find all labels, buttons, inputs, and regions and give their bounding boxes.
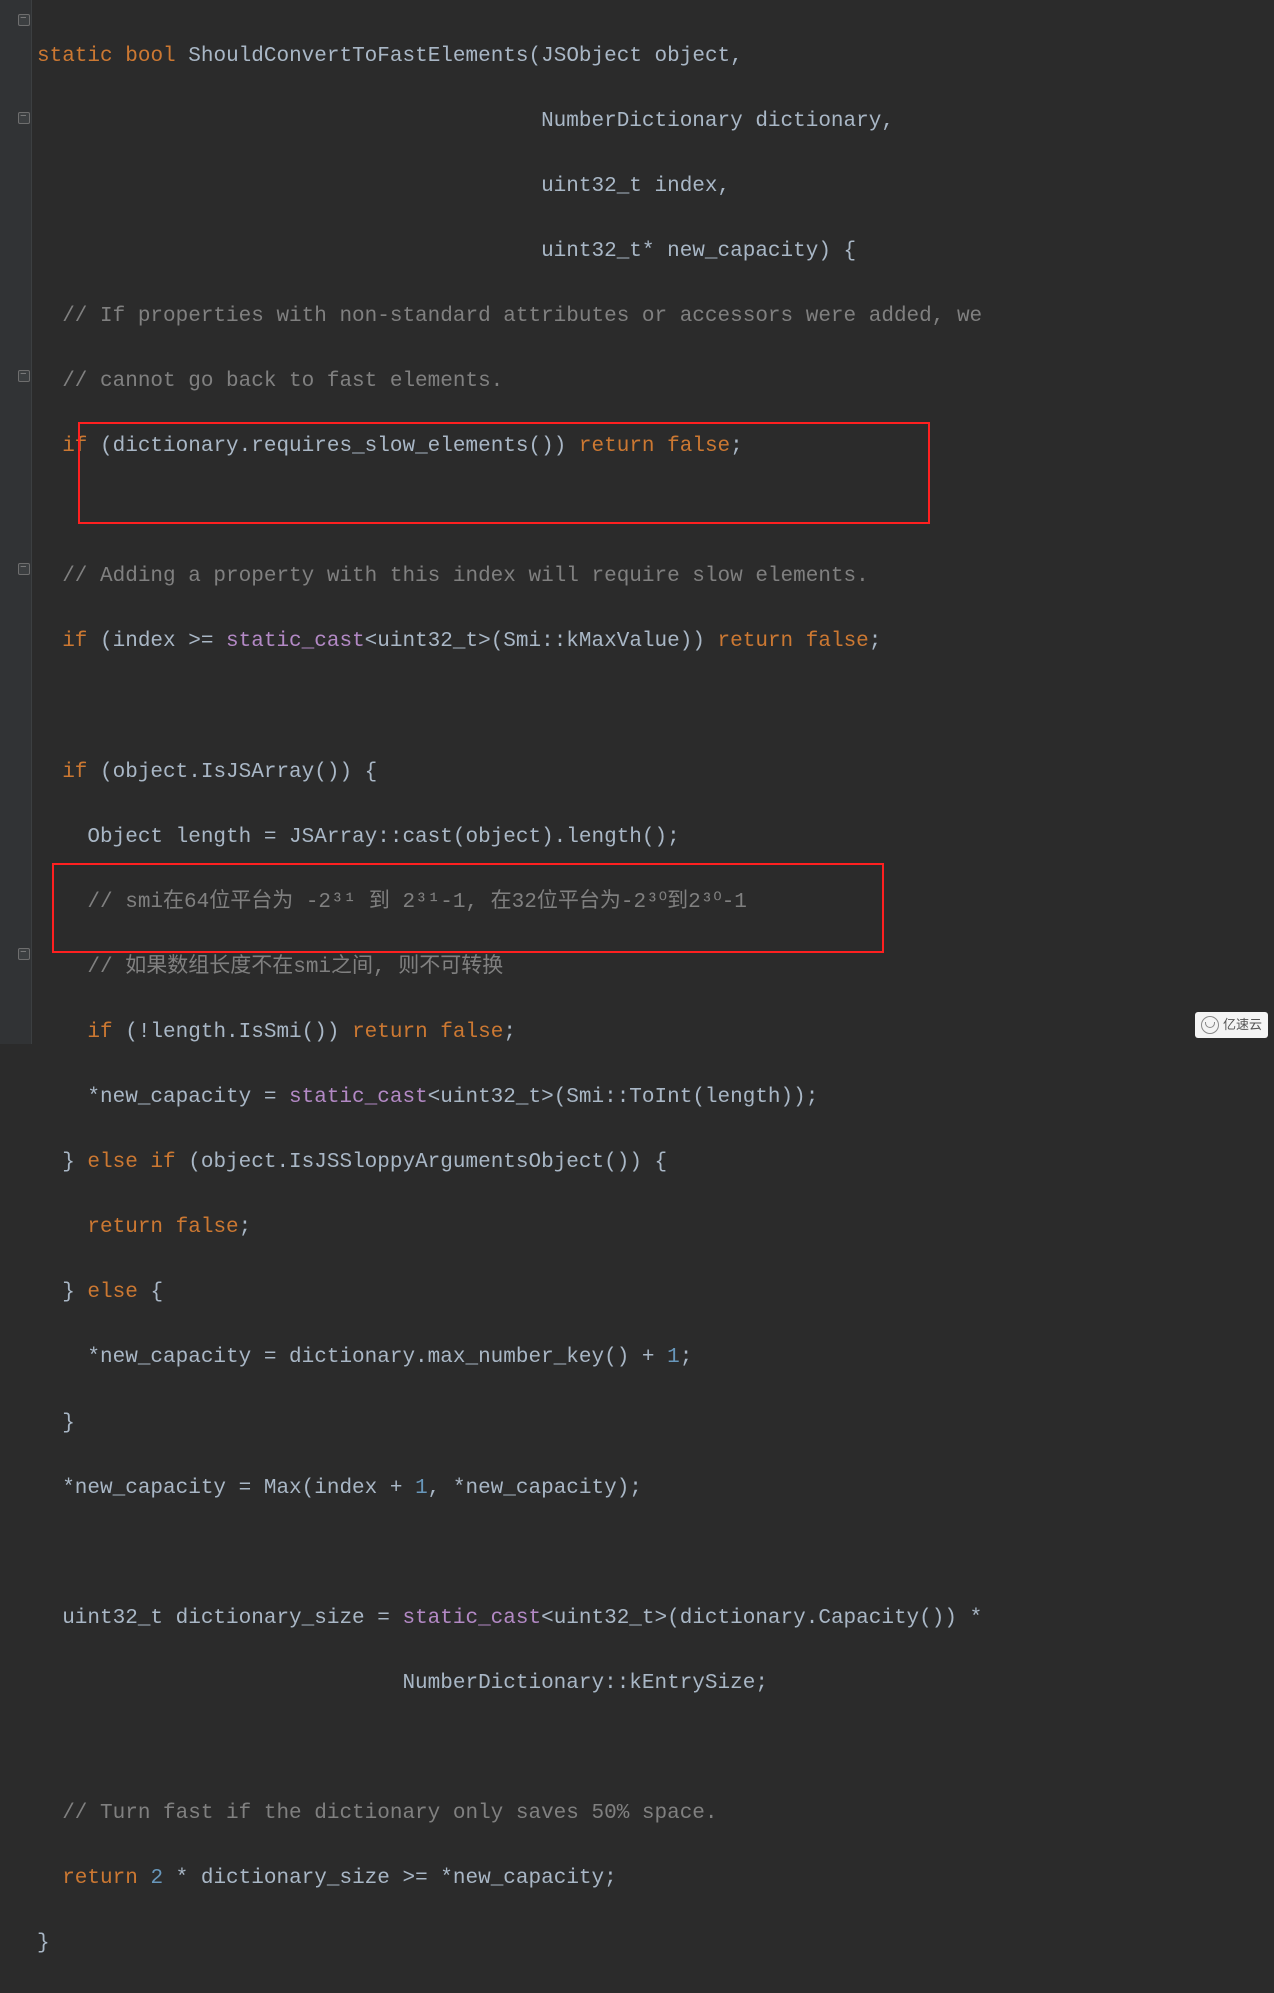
fold-icon[interactable] — [18, 112, 30, 124]
code-line: } — [37, 1928, 982, 1961]
code-line: } else { — [37, 1277, 982, 1310]
code-line: // If properties with non-standard attri… — [37, 301, 982, 334]
watermark-text: 亿速云 — [1223, 1015, 1262, 1035]
code-line: if (!length.IsSmi()) return false; — [37, 1017, 982, 1050]
code-line: NumberDictionary::kEntrySize; — [37, 1668, 982, 1701]
code-editor[interactable]: static bool ShouldConvertToFastElements(… — [37, 8, 982, 1993]
fold-icon[interactable] — [18, 563, 30, 575]
code-line: return 2 * dictionary_size >= *new_capac… — [37, 1863, 982, 1896]
code-line: if (object.IsJSArray()) { — [37, 757, 982, 790]
code-line — [37, 1733, 982, 1766]
cloud-icon — [1201, 1016, 1219, 1034]
watermark: 亿速云 — [1195, 1012, 1268, 1038]
code-line: } else if (object.IsJSSloppyArgumentsObj… — [37, 1147, 982, 1180]
fold-icon[interactable] — [18, 14, 30, 26]
code-line: // 如果数组长度不在smi之间, 则不可转换 — [37, 952, 982, 985]
code-line: return false; — [37, 1212, 982, 1245]
fold-icon[interactable] — [18, 370, 30, 382]
code-line: static bool ShouldConvertToFastElements(… — [37, 41, 982, 74]
code-line: *new_capacity = static_cast<uint32_t>(Sm… — [37, 1082, 982, 1115]
code-line — [37, 691, 982, 724]
code-line: } — [37, 1408, 982, 1441]
gutter — [0, 0, 32, 1044]
code-line: // smi在64位平台为 -2³¹ 到 2³¹-1, 在32位平台为-2³⁰到… — [37, 887, 982, 920]
code-line: uint32_t dictionary_size = static_cast<u… — [37, 1603, 982, 1636]
code-line: Object length = JSArray::cast(object).le… — [37, 822, 982, 855]
code-line: uint32_t index, — [37, 171, 982, 204]
code-line — [37, 496, 982, 529]
code-line: *new_capacity = Max(index + 1, *new_capa… — [37, 1473, 982, 1506]
code-line: NumberDictionary dictionary, — [37, 106, 982, 139]
fold-icon[interactable] — [18, 948, 30, 960]
code-line: if (index >= static_cast<uint32_t>(Smi::… — [37, 626, 982, 659]
code-line: // Turn fast if the dictionary only save… — [37, 1798, 982, 1831]
code-line: // cannot go back to fast elements. — [37, 366, 982, 399]
code-line: if (dictionary.requires_slow_elements())… — [37, 431, 982, 464]
code-line: // Adding a property with this index wil… — [37, 561, 982, 594]
code-line: uint32_t* new_capacity) { — [37, 236, 982, 269]
code-line: *new_capacity = dictionary.max_number_ke… — [37, 1342, 982, 1375]
code-line — [37, 1538, 982, 1571]
